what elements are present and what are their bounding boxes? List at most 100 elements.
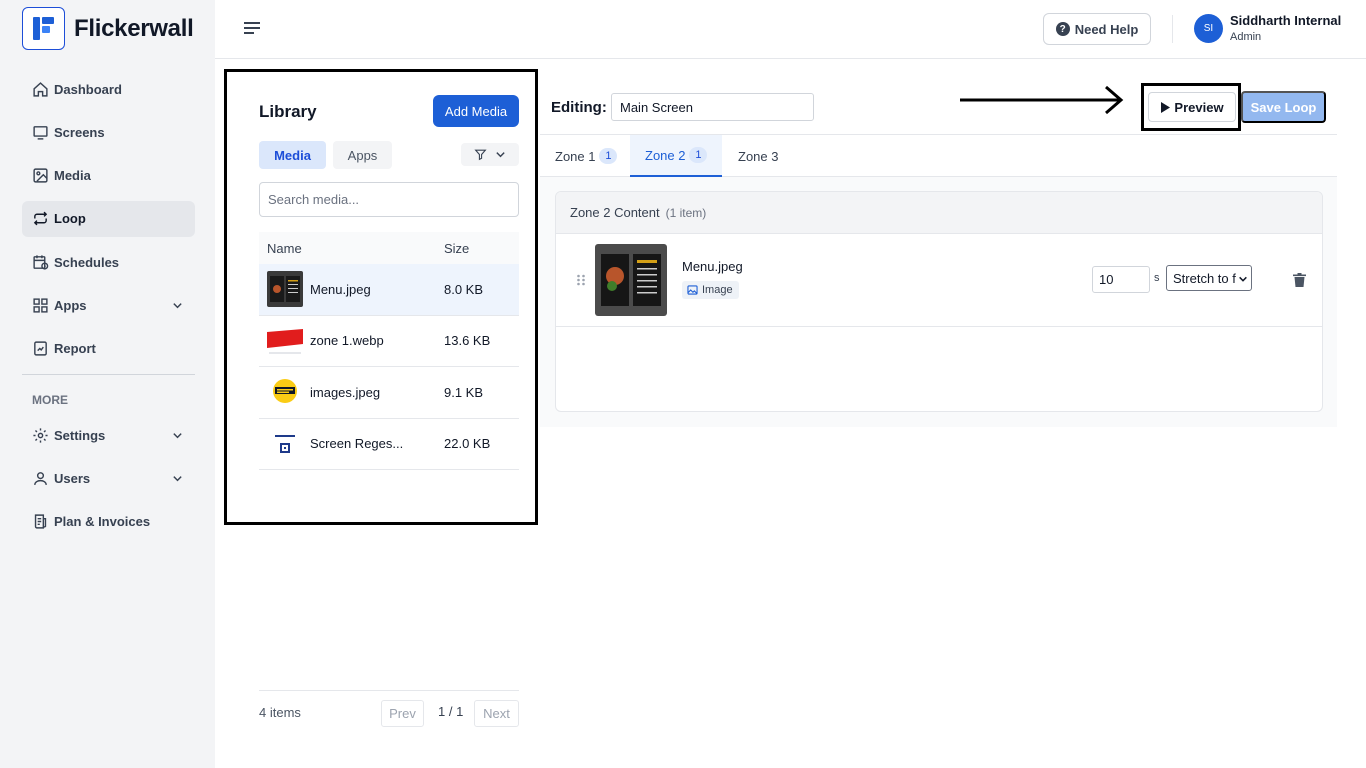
tab-zone-2[interactable]: Zone 2 1 (630, 135, 723, 177)
sidebar-item-report[interactable]: Report (22, 331, 195, 367)
media-size: 8.0 KB (444, 281, 484, 297)
apps-icon (33, 298, 48, 313)
qr-thumbnail (267, 425, 303, 462)
sidebar-item-dashboard[interactable]: Dashboard (22, 71, 195, 107)
sidebar-item-label: Schedules (54, 254, 120, 270)
gear-icon (33, 427, 48, 443)
menu-thumbnail (267, 271, 303, 308)
chevron-down-icon (173, 433, 182, 439)
sidebar-item-label: Report (54, 341, 96, 357)
filter-dropdown[interactable] (461, 143, 519, 166)
news-thumbnail (267, 322, 303, 359)
zone-count-badge: 1 (689, 147, 708, 163)
media-size: 9.1 KB (444, 384, 484, 400)
media-table: Name Size Menu.jpeg 8.0 KB zone 1.webp 1… (259, 232, 519, 470)
invoice-icon (34, 514, 47, 529)
avatar[interactable]: SI (1194, 14, 1223, 43)
library-panel: Library Add Media Media Apps Name Size M… (245, 72, 534, 740)
brand-logo[interactable]: Flickerwall (22, 7, 194, 50)
menu-thumbnail (595, 244, 667, 316)
sidebar-item-schedules[interactable]: Schedules (22, 244, 195, 280)
zone-content-card: Zone 2 Content (1 item) Menu.jpeg Image … (555, 191, 1323, 412)
sidebar-item-plan-invoices[interactable]: Plan & Invoices (22, 504, 195, 540)
zone-tab-label: Zone 2 (645, 147, 686, 163)
calendar-icon (33, 255, 49, 270)
user-role: Admin (1230, 31, 1262, 43)
help-icon: ? (1055, 22, 1070, 36)
column-header-name: Name (267, 240, 302, 256)
chevron-down-icon (496, 152, 505, 158)
need-help-label: Need Help (1074, 21, 1139, 37)
preview-label: Preview (1174, 99, 1224, 115)
sidebar-item-label: Apps (54, 297, 87, 313)
table-row[interactable]: Menu.jpeg 8.0 KB (259, 264, 519, 316)
sidebar-item-screens[interactable]: Screens (22, 114, 195, 150)
editing-label: Editing: (551, 99, 607, 116)
zone-tab-label: Zone 1 (555, 148, 596, 164)
fit-mode-select[interactable]: Stretch to f (1166, 265, 1252, 291)
zone-content-header: Zone 2 Content (1 item) (556, 192, 1322, 234)
tab-zone-1[interactable]: Zone 1 1 (540, 135, 632, 177)
search-input[interactable] (259, 182, 519, 217)
preview-button[interactable]: Preview (1148, 92, 1236, 122)
media-name: zone 1.webp (310, 333, 384, 349)
loop-icon (33, 212, 48, 226)
chevron-down-icon (173, 476, 182, 482)
column-header-size: Size (444, 240, 470, 256)
table-row[interactable]: images.jpeg 9.1 KB (259, 367, 519, 419)
fit-mode-value: Stretch to f (1173, 270, 1236, 286)
tab-media[interactable]: Media (259, 141, 326, 169)
table-header: Name Size (259, 232, 519, 264)
zone-item-name: Menu.jpeg (682, 259, 743, 274)
editor-header: Editing: Preview Save Loop (540, 80, 1337, 135)
zone-count-badge: 1 (599, 148, 618, 164)
trash-icon[interactable] (1293, 273, 1306, 287)
add-media-button[interactable]: Add Media (433, 95, 519, 127)
library-title: Library (259, 102, 317, 121)
promo-thumbnail (267, 374, 303, 411)
user-icon (34, 472, 47, 485)
list-item: Menu.jpeg Image s Stretch to f (556, 234, 1322, 327)
image-icon (33, 168, 48, 183)
brand-name: Flickerwall (74, 14, 194, 42)
loop-editor: Editing: Preview Save Loop Zone 1 1 Zone… (540, 80, 1337, 427)
sidebar-item-settings[interactable]: Settings (22, 417, 195, 453)
user-name[interactable]: Siddharth Internal (1230, 13, 1341, 28)
table-row[interactable]: zone 1.webp 13.6 KB (259, 316, 519, 367)
sidebar-item-loop[interactable]: Loop (22, 200, 195, 237)
zone-content-title: Zone 2 Content (570, 205, 660, 220)
sidebar-divider (22, 374, 195, 376)
sidebar-item-media[interactable]: Media (22, 158, 195, 194)
save-loop-button[interactable]: Save Loop (1241, 91, 1326, 123)
monitor-icon (33, 125, 48, 140)
sidebar-item-label: Dashboard (54, 81, 122, 97)
tab-apps[interactable]: Apps (333, 141, 392, 169)
duration-input[interactable] (1092, 266, 1150, 293)
need-help-button[interactable]: ? Need Help (1043, 13, 1151, 45)
library-footer: 4 items Prev 1 / 1 Next (259, 690, 519, 740)
filter-icon (474, 149, 487, 161)
zone-tabs: Zone 1 1 Zone 2 1 Zone 3 (540, 135, 1337, 177)
sidebar-item-label: Screens (54, 124, 105, 140)
media-name: Screen Reges... (310, 436, 404, 452)
sidebar-item-label: Plan & Invoices (54, 514, 151, 530)
play-icon (1161, 101, 1171, 113)
media-type-badge: Image (682, 281, 739, 299)
sidebar-item-label: Settings (54, 427, 106, 443)
next-page-button[interactable]: Next (474, 700, 519, 727)
drag-handle-icon[interactable] (576, 274, 586, 286)
flickerwall-logo-icon (22, 7, 65, 50)
table-row[interactable]: Screen Reges... 22.0 KB (259, 419, 519, 470)
topbar-divider (1172, 15, 1173, 43)
sidebar-item-users[interactable]: Users (22, 460, 195, 496)
media-type-label: Image (702, 284, 733, 296)
sidebar-item-apps[interactable]: Apps (22, 287, 195, 323)
chevron-down-icon (173, 303, 182, 309)
home-icon (33, 81, 48, 97)
media-size: 13.6 KB (444, 333, 491, 349)
prev-page-button[interactable]: Prev (381, 700, 424, 727)
tab-zone-3[interactable]: Zone 3 (723, 135, 793, 177)
report-icon (34, 341, 47, 356)
screen-name-input[interactable] (611, 93, 814, 121)
menu-toggle-icon[interactable] (242, 19, 262, 37)
